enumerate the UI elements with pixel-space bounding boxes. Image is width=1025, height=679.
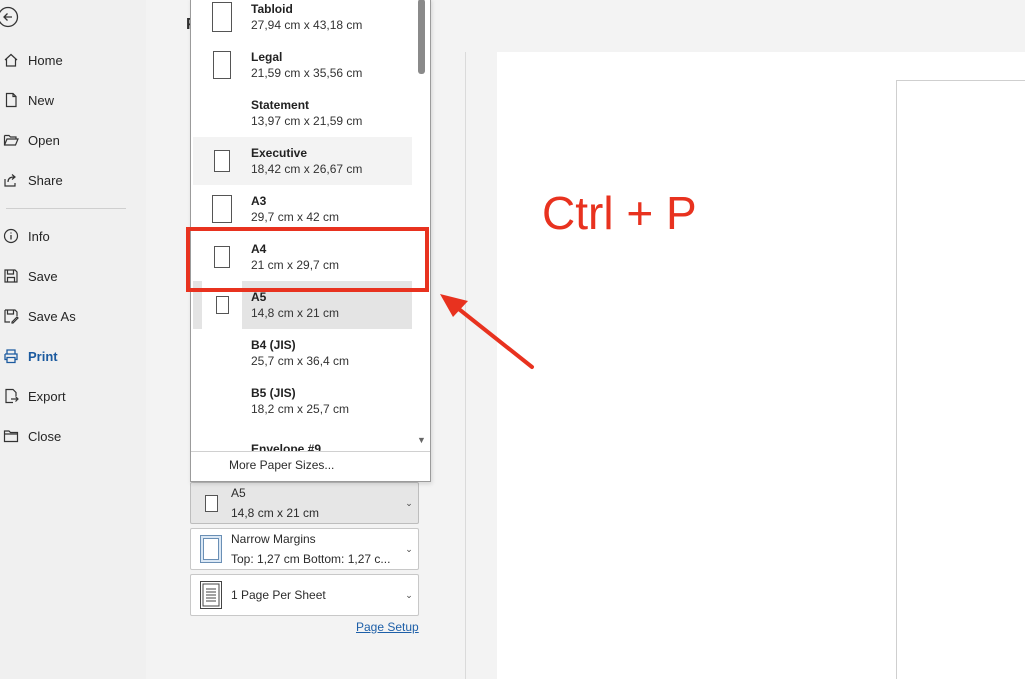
nav-share-label: Share <box>28 172 63 188</box>
nav-export[interactable]: Export <box>0 380 140 412</box>
paper-size-list: Tabloid 27,94 cm x 43,18 cm Legal 21,59 cm… <box>191 0 412 451</box>
scroll-down-arrow-icon[interactable]: ▼ <box>417 435 426 445</box>
paper-option-executive[interactable]: Executive 18,42 cm x 26,67 cm <box>193 137 412 185</box>
paper-size-dropdown[interactable]: A5 14,8 cm x 21 cm ⌄ <box>190 482 419 524</box>
scrollbar-thumb[interactable] <box>418 0 425 74</box>
margins-value: Narrow Margins Top: 1,27 cm Bottom: 1,27… <box>231 529 400 569</box>
margins-dropdown[interactable]: Narrow Margins Top: 1,27 cm Bottom: 1,27… <box>190 528 419 570</box>
nav-separator <box>6 208 126 209</box>
paper-option-a5[interactable]: A5 14,8 cm x 21 cm <box>193 281 412 329</box>
nav-info-label: Info <box>28 228 50 244</box>
paper-dims: 29,7 cm x 42 cm <box>251 210 340 224</box>
nav-close[interactable]: Close <box>0 420 140 452</box>
paper-name: A3 <box>251 194 267 208</box>
nav-save[interactable]: Save <box>0 260 140 292</box>
paper-name: Statement <box>251 98 310 112</box>
keyboard-shortcut-annotation: Ctrl + P <box>542 187 697 239</box>
share-icon <box>0 169 22 191</box>
paper-dims: 25,7 cm x 36,4 cm <box>251 354 350 368</box>
paper-option-tabloid[interactable]: Tabloid 27,94 cm x 43,18 cm <box>193 0 412 41</box>
info-icon <box>0 225 22 247</box>
flyout-scrollbar[interactable]: ▼ <box>413 0 430 449</box>
annotation-arrow-icon <box>440 294 534 369</box>
paper-blank-icon <box>193 89 251 137</box>
nav-save-as-label: Save As <box>28 308 76 324</box>
preview-page <box>896 80 1025 679</box>
paper-portrait-icon <box>193 233 251 281</box>
nav-home-label: Home <box>28 52 63 68</box>
paper-name: A4 <box>251 242 267 256</box>
margins-name: Narrow Margins <box>231 532 316 546</box>
paper-portrait-icon <box>191 494 231 512</box>
nav-open-label: Open <box>28 132 60 148</box>
paper-portrait-icon <box>193 41 251 89</box>
pages-per-sheet-dropdown[interactable]: 1 Page Per Sheet ⌄ <box>190 574 419 616</box>
paper-name: Executive <box>251 146 308 160</box>
paper-portrait-icon <box>193 137 251 185</box>
nav-new-label: New <box>28 92 55 108</box>
new-document-icon <box>0 89 22 111</box>
folder-open-icon <box>0 129 22 151</box>
margins-detail: Top: 1,27 cm Bottom: 1,27 c... <box>231 552 391 566</box>
paper-dims: 27,94 cm x 43,18 cm <box>251 18 363 32</box>
paper-blank-icon <box>193 377 251 425</box>
nav-save-label: Save <box>28 268 58 284</box>
paper-dims: 18,2 cm x 25,7 cm <box>251 402 350 416</box>
paper-option-b5-jis[interactable]: B5 (JIS) 18,2 cm x 25,7 cm <box>193 377 412 425</box>
page-setup-link[interactable]: Page Setup <box>356 620 419 634</box>
printer-icon <box>0 345 22 367</box>
paper-dims: 21 cm x 29,7 cm <box>251 258 340 272</box>
home-icon <box>0 49 22 71</box>
paper-option-statement[interactable]: Statement 13,97 cm x 21,59 cm <box>193 89 412 137</box>
paper-option-a3[interactable]: A3 29,7 cm x 42 cm <box>193 185 412 233</box>
nav-export-label: Export <box>28 388 66 404</box>
export-icon <box>0 385 22 407</box>
paper-option-envelope-9[interactable]: Envelope #9 <box>193 425 412 451</box>
nav-info[interactable]: Info <box>0 220 140 252</box>
nav-print-label: Print <box>28 348 58 364</box>
nav-close-label: Close <box>28 428 62 444</box>
pages-per-sheet-icon <box>191 581 231 609</box>
nav-share[interactable]: Share <box>0 164 140 196</box>
save-icon <box>0 265 22 287</box>
chevron-down-icon: ⌄ <box>405 497 413 508</box>
backstage-nav: Home New Open Share Info Save Save As Pr… <box>0 0 146 679</box>
paper-portrait-icon <box>193 185 251 233</box>
paper-option-a4[interactable]: A4 21 cm x 29,7 cm <box>193 233 412 281</box>
save-as-icon <box>0 305 22 327</box>
paper-option-legal[interactable]: Legal 21,59 cm x 35,56 cm <box>193 41 412 89</box>
paper-dims: 14,8 cm x 21 cm <box>251 306 340 320</box>
paper-name: B4 (JIS) <box>251 338 296 352</box>
nav-open[interactable]: Open <box>0 124 140 156</box>
paper-portrait-icon <box>193 0 251 41</box>
more-paper-sizes-item[interactable]: More Paper Sizes... <box>191 451 430 481</box>
paper-name: Legal <box>251 50 283 64</box>
paper-blank-icon <box>193 329 251 377</box>
nav-save-as[interactable]: Save As <box>0 300 140 332</box>
paper-portrait-icon <box>202 281 242 329</box>
pages-per-sheet-value: 1 Page Per Sheet <box>231 588 326 602</box>
paper-dims: 21,59 cm x 35,56 cm <box>251 66 363 80</box>
close-folder-icon <box>0 425 22 447</box>
paper-name: Tabloid <box>251 2 293 16</box>
chevron-down-icon: ⌄ <box>405 543 413 554</box>
nav-new[interactable]: New <box>0 84 140 116</box>
paper-name: A5 <box>251 290 267 304</box>
paper-dims: 18,42 cm x 26,67 cm <box>251 162 363 176</box>
paper-blank-icon <box>193 425 251 451</box>
back-arrow-icon[interactable] <box>0 5 20 29</box>
chevron-down-icon: ⌄ <box>405 589 413 600</box>
paper-name: Envelope #9 <box>251 442 322 451</box>
nav-print[interactable]: Print <box>0 340 140 372</box>
paper-size-flyout: Tabloid 27,94 cm x 43,18 cm Legal 21,59 cm… <box>190 0 431 482</box>
paper-size-dims: 14,8 cm x 21 cm <box>231 506 320 520</box>
paper-dims: 13,97 cm x 21,59 cm <box>251 114 363 128</box>
margins-icon <box>191 535 231 563</box>
nav-home[interactable]: Home <box>0 44 140 76</box>
paper-option-b4-jis[interactable]: B4 (JIS) 25,7 cm x 36,4 cm <box>193 329 412 377</box>
paper-name: B5 (JIS) <box>251 386 296 400</box>
paper-size-value: A5 14,8 cm x 21 cm <box>231 483 400 523</box>
paper-size-name: A5 <box>231 486 246 500</box>
